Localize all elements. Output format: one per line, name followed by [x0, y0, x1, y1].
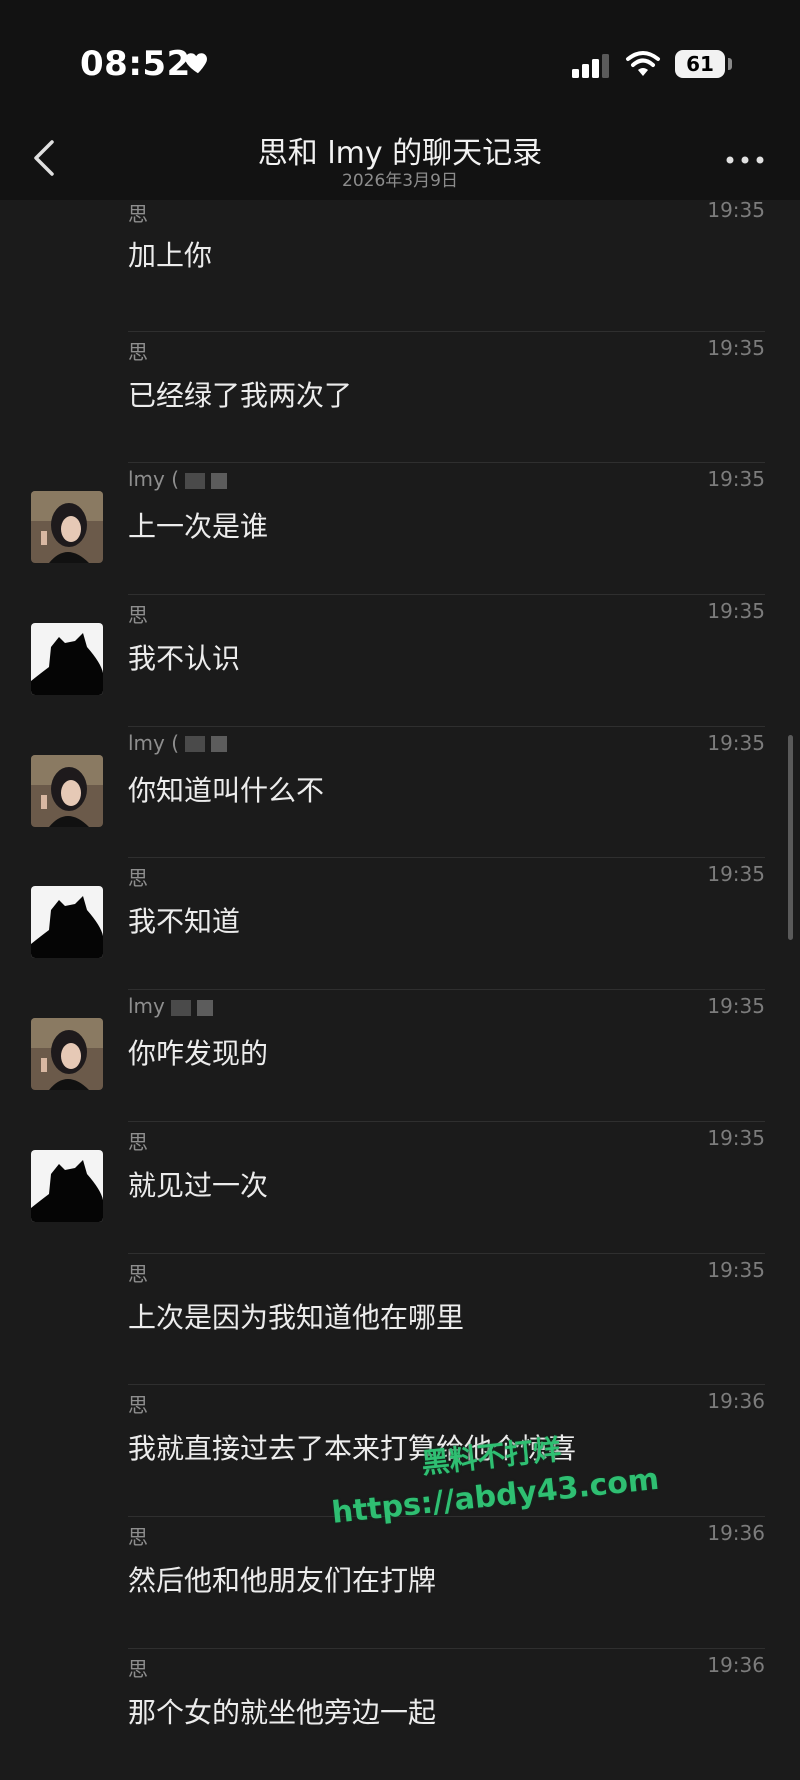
message-time: 19:35	[707, 467, 765, 492]
message-text: 然后他和他朋友们在打牌	[128, 1563, 437, 1597]
message-text: 你咋发现的	[128, 1037, 269, 1071]
message-text: 我不认识	[128, 642, 241, 676]
status-time: 08:52	[80, 44, 191, 84]
avatar-si[interactable]	[31, 886, 103, 959]
battery-tip	[728, 58, 732, 70]
avatar-lmy[interactable]	[31, 491, 103, 564]
avatar-girl-image	[31, 491, 103, 564]
cellular-signal-icon	[572, 54, 609, 78]
message-sender: 思	[128, 1129, 148, 1154]
message-text: 上次是因为我知道他在哪里	[128, 1300, 465, 1334]
message-sender: lmy (	[128, 731, 228, 755]
avatar-si[interactable]	[31, 1149, 103, 1222]
message-time: 19:35	[707, 599, 765, 624]
message-time: 19:35	[707, 730, 765, 755]
message-item[interactable]: 思 19:35 加上你	[0, 198, 800, 332]
message-sender: 思	[128, 1393, 148, 1418]
avatar-cat-image	[31, 1149, 103, 1222]
redacted-block	[170, 999, 191, 1016]
page-subtitle: 2026年3月9日	[342, 171, 458, 191]
avatar-girl-image	[31, 754, 103, 827]
avatar-lmy[interactable]	[31, 754, 103, 827]
message-sender: 思	[128, 1261, 148, 1286]
message-text: 加上你	[128, 239, 213, 272]
message-text: 那个女的就坐他旁边一起	[128, 1695, 437, 1729]
message-text: 就见过一次	[128, 1168, 269, 1202]
redacted-block	[196, 999, 213, 1016]
avatar-si[interactable]	[31, 623, 103, 696]
message-text: 你知道叫什么不	[128, 773, 325, 807]
message-sender: 思	[128, 866, 148, 891]
message-sender: 思	[128, 202, 148, 226]
wifi-icon	[626, 51, 660, 76]
message-time: 19:35	[707, 994, 765, 1019]
message-item[interactable]: lmy ( 19:35 你知道叫什么不	[0, 727, 800, 859]
message-sender: 思	[128, 1524, 148, 1549]
more-dots-icon[interactable]	[724, 150, 768, 170]
redacted-block	[211, 472, 228, 489]
message-sender: 思	[128, 339, 148, 364]
message-item[interactable]: 思 19:35 我不认识	[0, 595, 800, 727]
redacted-block	[185, 472, 206, 489]
message-sender: lmy	[128, 994, 213, 1018]
message-item[interactable]: 思 19:36 那个女的就坐他旁边一起	[0, 1649, 800, 1780]
message-item[interactable]: 思 19:35 已经绿了我两次了	[0, 332, 800, 464]
message-time: 19:35	[707, 198, 765, 222]
redacted-block	[185, 736, 206, 753]
message-time: 19:35	[707, 335, 765, 360]
message-sender: 思	[128, 1656, 148, 1681]
message-item[interactable]: lmy ( 19:35 上一次是谁	[0, 463, 800, 596]
avatar-girl-image	[31, 1018, 103, 1091]
avatar-lmy[interactable]	[31, 1018, 103, 1091]
nav-bar: 思和 lmy 的聊天记录 2026年3月9日	[0, 120, 800, 200]
status-bar: 08:52 61	[0, 0, 800, 120]
message-item[interactable]: 思 19:35 上次是因为我知道他在哪里	[0, 1254, 800, 1386]
battery-indicator: 61	[675, 50, 725, 78]
message-text: 已经绿了我两次了	[128, 378, 353, 412]
message-item[interactable]: lmy 19:35 你咋发现的	[0, 990, 800, 1122]
message-time: 19:35	[707, 862, 765, 887]
redacted-block	[211, 736, 228, 753]
heart-icon	[185, 53, 207, 74]
avatar-cat-image	[31, 623, 103, 696]
message-time: 19:36	[707, 1389, 765, 1414]
message-text: 我不知道	[128, 905, 241, 939]
message-text: 上一次是谁	[128, 510, 269, 544]
avatar-cat-image	[31, 886, 103, 959]
message-time: 19:35	[707, 1125, 765, 1150]
message-time: 19:36	[707, 1520, 765, 1545]
message-sender: lmy (	[128, 467, 228, 491]
message-item[interactable]: 思 19:35 就见过一次	[0, 1122, 800, 1254]
message-item[interactable]: 思 19:35 我不知道	[0, 858, 800, 991]
message-sender: 思	[128, 603, 148, 628]
scrollbar[interactable]	[788, 735, 793, 940]
message-time: 19:35	[707, 1257, 765, 1282]
message-time: 19:36	[707, 1652, 765, 1677]
